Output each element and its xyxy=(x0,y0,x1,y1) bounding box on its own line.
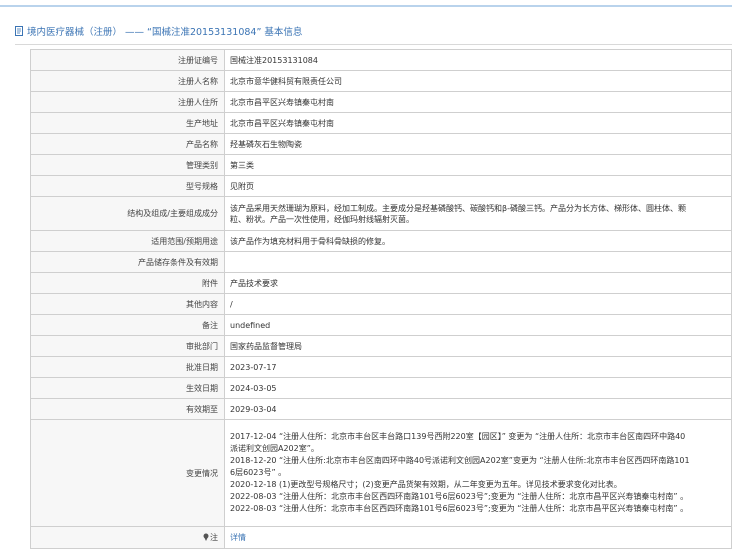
row-value: 第三类 xyxy=(224,154,732,176)
row-value: 国家药品监督管理局 xyxy=(224,335,732,357)
pin-icon xyxy=(203,533,209,541)
table-row: 附件 产品技术要求 xyxy=(30,272,732,294)
row-value: 国械注准20153131084 xyxy=(224,49,732,71)
page-title: 境内医疗器械（注册） —— “国械注准20153131084” 基本信息 xyxy=(15,21,732,45)
row-label: 批准日期 xyxy=(30,356,225,378)
table-row: 适用范围/预期用途 该产品作为填充材料用于骨科骨缺损的修复。 xyxy=(30,230,732,252)
row-value: 该产品作为填充材料用于骨科骨缺损的修复。 xyxy=(224,230,732,252)
change-line: 6层6023号” 。 xyxy=(230,468,287,477)
row-value: 羟基磷灰石生物陶瓷 xyxy=(224,133,732,155)
row-label: 注册人住所 xyxy=(30,91,225,113)
row-label: 生产地址 xyxy=(30,112,225,134)
table-row: 生效日期 2024-03-05 xyxy=(30,377,732,399)
change-line: 2022-08-03 “注册人住所：北京市丰台区西四环南路101号6层6023号… xyxy=(230,504,689,513)
table-row: 变更情况 2017-12-04 “注册人住所：北京市丰台区丰台路口139号西附2… xyxy=(30,419,732,527)
row-value: 该产品采用天然珊瑚为原料，经加工制成。主要成分是羟基磷酸钙、碳酸钙和β-磷酸三钙… xyxy=(224,196,732,231)
table-row: 产品名称 羟基磷灰石生物陶瓷 xyxy=(30,133,732,155)
table-row: 备注 undefined xyxy=(30,314,732,336)
row-label: 适用范围/预期用途 xyxy=(30,230,225,252)
top-decoration xyxy=(0,0,732,7)
row-label: 型号规格 xyxy=(30,175,225,197)
info-table: 注册证编号 国械注准20153131084 注册人名称 北京市意华健科贸有限责任… xyxy=(30,49,732,549)
document-icon xyxy=(15,26,23,36)
row-label: 生效日期 xyxy=(30,377,225,399)
change-line: 2018-12-20 “注册人住所:北京市丰台区南四环中路40号派诺利文创园A2… xyxy=(230,456,690,465)
table-row: 管理类别 第三类 xyxy=(30,154,732,176)
row-label: 审批部门 xyxy=(30,335,225,357)
row-value: 北京市昌平区兴寿镇秦屯村南 xyxy=(224,112,732,134)
table-row: 产品储存条件及有效期 xyxy=(30,251,732,273)
value-line: 该产品采用天然珊瑚为原料，经加工制成。主要成分是羟基磷酸钙、碳酸钙和β-磷酸三钙… xyxy=(230,203,686,213)
row-value: 产品技术要求 xyxy=(224,272,732,294)
row-label: 结构及组成/主要组成成分 xyxy=(30,196,225,231)
table-row: 生产地址 北京市昌平区兴寿镇秦屯村南 xyxy=(30,112,732,134)
details-link[interactable]: 详情 xyxy=(230,533,246,542)
row-label: 注册人名称 xyxy=(30,70,225,92)
row-value: / xyxy=(224,293,732,315)
table-row: 结构及组成/主要组成成分 该产品采用天然珊瑚为原料，经加工制成。主要成分是羟基磷… xyxy=(30,196,732,231)
row-label: 附件 xyxy=(30,272,225,294)
row-label: 其他内容 xyxy=(30,293,225,315)
table-row: 注 详情 xyxy=(30,526,732,549)
change-line: 2022-08-03 “注册人住所：北京市丰台区西四环南路101号6层6023号… xyxy=(230,492,689,501)
table-row: 其他内容 / xyxy=(30,293,732,315)
change-line: 2017-12-04 “注册人住所：北京市丰台区丰台路口139号西附220室【园… xyxy=(230,432,686,441)
row-value: 2023-07-17 xyxy=(224,356,732,378)
table-row: 注册人住所 北京市昌平区兴寿镇秦屯村南 xyxy=(30,91,732,113)
row-value: 详情 xyxy=(224,526,732,549)
row-label: 产品储存条件及有效期 xyxy=(30,251,225,273)
row-label: 注 xyxy=(210,533,218,542)
top-bar xyxy=(0,5,732,7)
value-line: 粒、粉状。产品一次性使用，经伽玛射线辐射灭菌。 xyxy=(230,214,414,224)
change-line: 2020-12-18 (1)更改型号规格尺寸；(2)变更产品货架有效期，从二年变… xyxy=(230,480,622,489)
table-row: 批准日期 2023-07-17 xyxy=(30,356,732,378)
row-value: undefined xyxy=(224,314,732,336)
row-value: 见附页 xyxy=(224,175,732,197)
row-label: 备注 xyxy=(30,314,225,336)
row-label: 注册证编号 xyxy=(30,49,225,71)
table-row: 审批部门 国家药品监督管理局 xyxy=(30,335,732,357)
change-line: 派诺利文创园A202室”。 xyxy=(230,444,319,453)
row-label: 变更情况 xyxy=(30,419,225,527)
row-label: 管理类别 xyxy=(30,154,225,176)
row-value: 北京市昌平区兴寿镇秦屯村南 xyxy=(224,91,732,113)
table-row: 注册人名称 北京市意华健科贸有限责任公司 xyxy=(30,70,732,92)
note-label-cell: 注 xyxy=(30,526,225,549)
table-row: 有效期至 2029-03-04 xyxy=(30,398,732,420)
row-value: 2029-03-04 xyxy=(224,398,732,420)
table-row: 注册证编号 国械注准20153131084 xyxy=(30,49,732,71)
row-value: 2017-12-04 “注册人住所：北京市丰台区丰台路口139号西附220室【园… xyxy=(224,419,732,527)
page-title-text-wrap: 境内医疗器械（注册） —— “国械注准20153131084” 基本信息 xyxy=(15,24,302,38)
row-value: 北京市意华健科贸有限责任公司 xyxy=(224,70,732,92)
row-label: 有效期至 xyxy=(30,398,225,420)
page-title-text: 境内医疗器械（注册） —— “国械注准20153131084” 基本信息 xyxy=(27,27,303,38)
row-label: 产品名称 xyxy=(30,133,225,155)
row-value: 2024-03-05 xyxy=(224,377,732,399)
table-row: 型号规格 见附页 xyxy=(30,175,732,197)
row-value xyxy=(224,251,732,273)
